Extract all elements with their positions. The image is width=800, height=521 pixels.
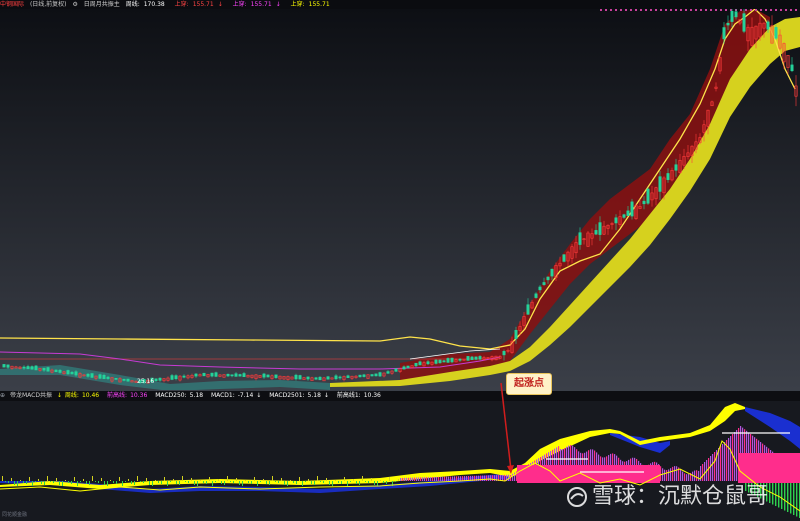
- watermark: 雪球：沉默仓鼠哥: [566, 482, 768, 512]
- stock-chart-window: 中钢国际 (日线,前复权) ⚙ 日周月共振主 周线: 170.38 上穿: 155.…: [0, 0, 800, 521]
- snowball-logo-icon: [567, 487, 587, 507]
- watermark-text: 雪球：沉默仓鼠哥: [592, 484, 769, 509]
- bottom-source-label: 同花顺金融: [2, 512, 28, 518]
- rise-start-callout: 起涨点: [506, 373, 552, 395]
- callout-arrow: [500, 382, 514, 474]
